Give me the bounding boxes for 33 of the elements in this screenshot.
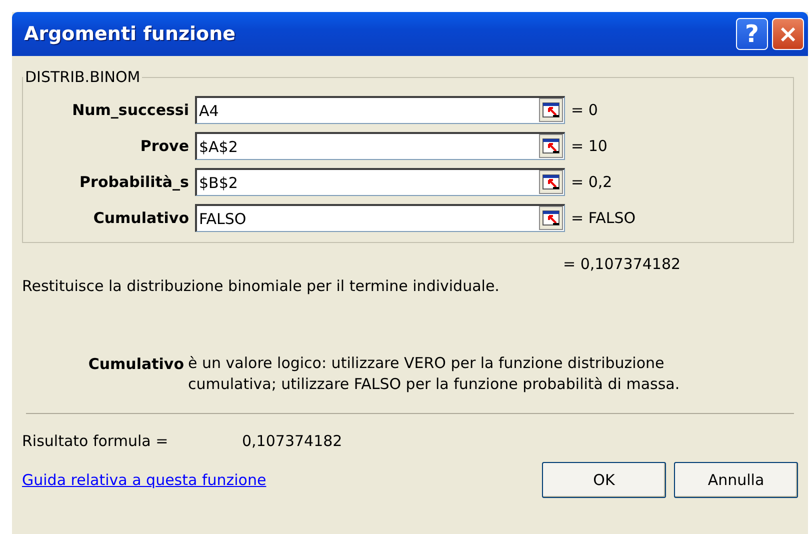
argument-field[interactable]: $A$2 (195, 132, 565, 160)
function-result: = 0,107374182 (563, 255, 681, 273)
argument-help-text: è un valore logico: utilizzare VERO per la funzione distribuzione cumulativa; utilizzare FALSO per la funzione probabilità di massa. (188, 353, 681, 395)
argument-help-name: Cumulativo (87, 355, 184, 375)
argument-label: Prove (139, 137, 189, 155)
range-select-icon (542, 101, 560, 119)
argument-field[interactable]: FALSO (195, 204, 565, 232)
function-description: Restituisce la distribuzione binomiale per il termine individuale. (22, 277, 500, 295)
range-select-icon (542, 173, 560, 191)
function-name: DISTRIB.BINOM (24, 68, 142, 86)
ok-button[interactable]: OK (542, 462, 666, 498)
range-select-button[interactable] (539, 170, 563, 194)
help-link[interactable]: Guida relativa a questa funzione (22, 471, 534, 489)
argument-value: = 10 (571, 137, 608, 155)
argument-field[interactable]: A4 (195, 96, 565, 124)
argument-value: = 0 (571, 101, 599, 119)
formula-result-value: 0,107374182 (242, 432, 344, 450)
argument-field[interactable]: $B$2 (195, 168, 565, 196)
window-title: Argomenti funzione (24, 23, 237, 45)
range-select-button[interactable] (539, 98, 563, 122)
cancel-button[interactable]: Annulla (674, 462, 798, 498)
argument-label: Cumulativo (92, 209, 189, 227)
range-select-button[interactable] (539, 134, 563, 158)
formula-result-label: Risultato formula = (22, 432, 170, 450)
argument-value: = 0,2 (571, 173, 614, 191)
range-select-button[interactable] (539, 206, 563, 230)
range-select-icon (542, 209, 560, 227)
argument-label: Num_successi (71, 101, 189, 119)
argument-label: Probabilità_s (78, 173, 189, 191)
argument-value: = FALSO (571, 209, 637, 227)
close-button[interactable]: × (772, 18, 804, 50)
help-button[interactable]: ? (736, 18, 768, 50)
range-select-icon (542, 137, 560, 155)
